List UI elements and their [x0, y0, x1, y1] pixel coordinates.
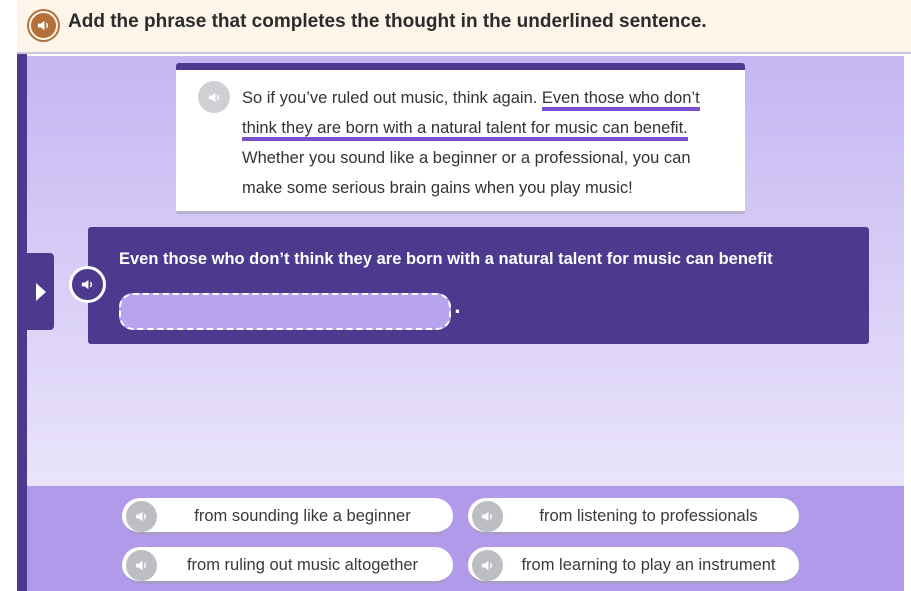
chevron-right-icon — [35, 282, 46, 301]
blank-suffix: . — [454, 297, 461, 318]
choice-button[interactable]: from learning to play an instrument — [468, 547, 799, 584]
left-rail — [0, 0, 17, 591]
question-audio-button[interactable] — [69, 266, 106, 303]
question-stem: Even those who don’t think they are born… — [119, 250, 773, 268]
choice-label: from ruling out music altogether — [186, 556, 419, 574]
choice-audio-button[interactable] — [126, 501, 157, 532]
speaker-icon — [81, 279, 92, 290]
speaker-icon — [481, 511, 492, 522]
instruction-header: Add the phrase that completes the though… — [17, 0, 911, 54]
passage-text-after: Whether you sound like a beginner or a p… — [242, 149, 691, 197]
passage-audio-button[interactable] — [198, 81, 230, 113]
choice-button[interactable]: from listening to professionals — [468, 498, 799, 535]
instruction-audio-button[interactable] — [27, 9, 60, 42]
choice-audio-button[interactable] — [472, 550, 503, 581]
passage-text-before: So if you’ve ruled out music, think agai… — [242, 89, 542, 107]
speaker-icon — [37, 20, 48, 31]
speaker-icon — [208, 92, 219, 102]
choice-label: from listening to professionals — [539, 507, 758, 525]
choice-button[interactable]: from ruling out music altogether — [122, 547, 453, 584]
choice-audio-button[interactable] — [126, 550, 157, 581]
speaker-icon — [135, 560, 146, 571]
choice-label: from sounding like a beginner — [194, 507, 411, 525]
speaker-icon — [481, 560, 492, 571]
side-panel-toggle[interactable] — [27, 253, 54, 330]
question-card: Even those who don’t think they are born… — [69, 227, 869, 344]
choice-button[interactable]: from sounding like a beginner — [122, 498, 453, 535]
passage-text: So if you’ve ruled out music, think agai… — [242, 83, 732, 203]
choice-audio-button[interactable] — [472, 501, 503, 532]
instruction-text: Add the phrase that completes the though… — [68, 11, 707, 32]
choice-label: from learning to play an instrument — [521, 556, 776, 574]
left-rail-bar — [17, 54, 27, 591]
answer-drop-zone[interactable] — [119, 293, 451, 330]
speaker-icon — [135, 511, 146, 522]
passage-card: So if you’ve ruled out music, think agai… — [176, 63, 745, 214]
